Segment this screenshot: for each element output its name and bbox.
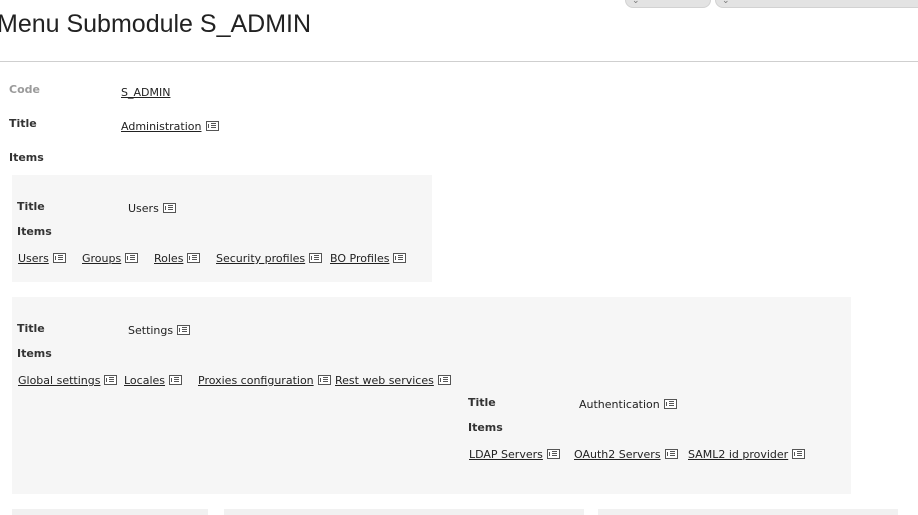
- group-title-text: Users: [128, 202, 159, 215]
- edit-list-icon[interactable]: [125, 253, 139, 263]
- menu-item-link[interactable]: Groups: [82, 252, 121, 265]
- subgroup-title-label: Title: [468, 396, 496, 409]
- menu-item-security-profiles: Security profiles: [216, 252, 323, 265]
- title-link[interactable]: Administration: [121, 120, 202, 133]
- menu-item-link[interactable]: LDAP Servers: [469, 448, 543, 461]
- search-icon: ⌄: [722, 0, 730, 6]
- group-title-text: Settings: [128, 324, 174, 337]
- menu-item-proxies-configuration: Proxies configuration: [198, 374, 331, 387]
- menu-item-link[interactable]: OAuth2 Servers: [574, 448, 661, 461]
- title-divider: [0, 61, 918, 62]
- edit-list-icon[interactable]: [177, 325, 191, 335]
- menu-item-saml2-id-provider: SAML2 id provider: [688, 448, 806, 461]
- group-title-label: Title: [17, 200, 45, 213]
- group-title-value: Settings: [128, 324, 191, 337]
- menu-item-link[interactable]: Locales: [124, 374, 165, 387]
- title-label: Title: [9, 117, 37, 130]
- edit-list-icon[interactable]: [317, 375, 331, 385]
- edit-list-icon[interactable]: [663, 399, 677, 409]
- menu-group-next: [12, 509, 208, 515]
- edit-list-icon[interactable]: [104, 375, 118, 385]
- menu-item-roles: Roles: [154, 252, 201, 265]
- edit-list-icon[interactable]: [52, 253, 66, 263]
- menu-item-link[interactable]: Global settings: [18, 374, 100, 387]
- top-search-field[interactable]: ⌄: [715, 0, 918, 8]
- group-items-label: Items: [17, 347, 52, 360]
- edit-list-icon[interactable]: [664, 449, 678, 459]
- menu-item-link[interactable]: SAML2 id provider: [688, 448, 788, 461]
- subgroup-title-value: Authentication: [579, 398, 677, 411]
- group-title-label: Title: [17, 322, 45, 335]
- group-title-value: Users: [128, 202, 176, 215]
- group-items-label: Items: [17, 225, 52, 238]
- edit-list-icon[interactable]: [546, 449, 560, 459]
- edit-list-icon[interactable]: [393, 253, 407, 263]
- subgroup-items-label: Items: [468, 421, 503, 434]
- code-label: Code: [9, 83, 40, 96]
- edit-list-icon[interactable]: [187, 253, 201, 263]
- menu-item-users: Users: [18, 252, 66, 265]
- chevron-icon: ⌄: [632, 0, 640, 6]
- menu-group-next: [224, 509, 584, 515]
- menu-item-link[interactable]: Security profiles: [216, 252, 305, 265]
- title-value: Administration: [121, 120, 219, 133]
- page-title: Menu Submodule S_ADMIN: [0, 10, 312, 38]
- menu-item-bo-profiles: BO Profiles: [330, 252, 407, 265]
- menu-item-locales: Locales: [124, 374, 183, 387]
- menu-item-link[interactable]: Rest web services: [335, 374, 434, 387]
- edit-list-icon[interactable]: [162, 203, 176, 213]
- menu-item-link[interactable]: Proxies configuration: [198, 374, 314, 387]
- menu-item-oauth2-servers: OAuth2 Servers: [574, 448, 678, 461]
- menu-group-next: [598, 509, 898, 515]
- menu-item-groups: Groups: [82, 252, 139, 265]
- edit-list-icon[interactable]: [792, 449, 806, 459]
- subgroup-title-text: Authentication: [579, 398, 660, 411]
- menu-item-link[interactable]: Users: [18, 252, 49, 265]
- edit-list-icon[interactable]: [437, 375, 451, 385]
- menu-group-users: Title Users Items Users Groups Roles Sec…: [12, 175, 432, 282]
- menu-item-rest-web-services: Rest web services: [335, 374, 451, 387]
- edit-list-icon[interactable]: [169, 375, 183, 385]
- edit-list-icon[interactable]: [205, 121, 219, 131]
- menu-item-link[interactable]: BO Profiles: [330, 252, 389, 265]
- menu-item-global-settings: Global settings: [18, 374, 118, 387]
- edit-list-icon[interactable]: [309, 253, 323, 263]
- items-label: Items: [9, 151, 44, 164]
- menu-item-ldap-servers: LDAP Servers: [469, 448, 560, 461]
- menu-group-settings: Title Settings Items Global settings Loc…: [12, 297, 851, 494]
- top-toolbar-button[interactable]: ⌄: [625, 0, 711, 8]
- code-link[interactable]: S_ADMIN: [121, 86, 170, 99]
- menu-item-link[interactable]: Roles: [154, 252, 183, 265]
